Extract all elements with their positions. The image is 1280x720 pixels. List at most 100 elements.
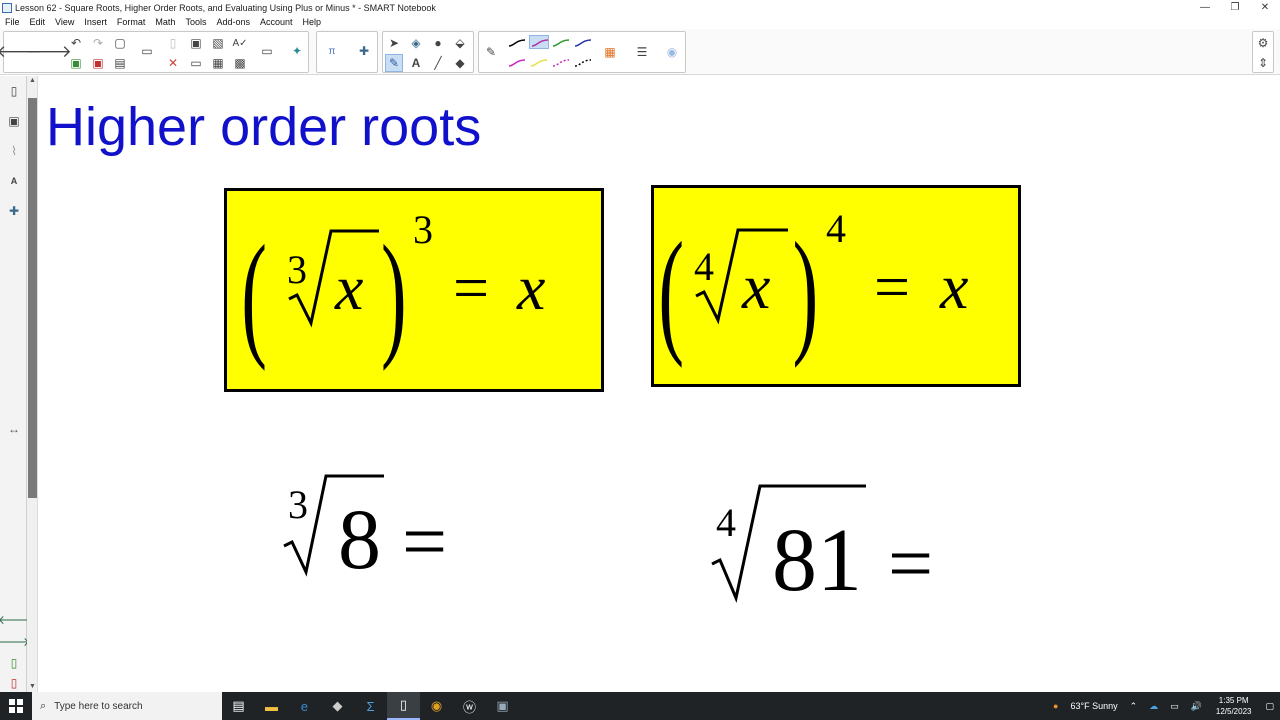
notebook-page-canvas[interactable]: Higher order roots ( 3 x ) 3 = x ( 4 x ): [38, 76, 1280, 692]
fill-shapes-icon[interactable]: ●: [429, 34, 447, 52]
screen-shade-icon[interactable]: ▭: [187, 54, 205, 72]
chrome-browser-icon[interactable]: ◉: [420, 692, 453, 720]
shapes-icon[interactable]: ◈: [407, 34, 425, 52]
onedrive-icon[interactable]: ☁: [1149, 701, 1158, 712]
gallery-icon[interactable]: ✦: [288, 42, 306, 60]
menu-insert[interactable]: Insert: [84, 17, 107, 27]
table-icon[interactable]: ▦: [209, 54, 227, 72]
problem-cube-root-8[interactable]: 3 8 =: [278, 464, 468, 584]
menu-edit[interactable]: Edit: [30, 17, 46, 27]
windows-start-button[interactable]: [0, 692, 32, 720]
page-sorter-icon[interactable]: ▯: [5, 82, 23, 100]
app-icon-2[interactable]: ▣: [486, 692, 519, 720]
scroll-thumb[interactable]: [28, 98, 37, 498]
menu-help[interactable]: Help: [303, 17, 322, 27]
gear-icon[interactable]: ⚙: [1254, 34, 1272, 52]
tray-chevron-icon[interactable]: ⌃: [1130, 701, 1138, 712]
transparency-icon[interactable]: ◉: [663, 43, 681, 61]
root-index: 3: [288, 482, 308, 527]
notification-icon[interactable]: ▢: [1265, 701, 1274, 712]
menu-view[interactable]: View: [55, 17, 74, 27]
toolbar-move-icon[interactable]: ⇕: [1254, 54, 1272, 72]
new-page-icon[interactable]: ▢: [111, 34, 129, 52]
line-style-icon[interactable]: ☰: [633, 43, 651, 61]
minimize-button[interactable]: —: [1190, 0, 1220, 15]
scroll-up-arrow-icon[interactable]: ▲: [27, 76, 38, 86]
pen-pink-dotted-icon[interactable]: [551, 56, 571, 70]
menu-add-ons[interactable]: Add-ons: [216, 17, 250, 27]
menu-format[interactable]: Format: [117, 17, 146, 27]
resize-panel-icon[interactable]: ↔: [5, 420, 23, 438]
pen-tool-icon[interactable]: ✎: [385, 54, 403, 72]
document-camera-icon[interactable]: ▧: [209, 34, 227, 52]
toolbar-group-edit: 🡐 🡒 ↶ ↷ ▢ ▣ ▣ ▤ ▭ ▯ ✕ ▣ ▭ ▧ ▦ A✓ ▩ ▭ ✦: [0, 31, 309, 73]
add-page-icon[interactable]: ▣: [67, 54, 85, 72]
problem-fourth-root-81[interactable]: 4 81 =: [706, 474, 956, 604]
app-icon-1[interactable]: ◆: [321, 692, 354, 720]
restore-button[interactable]: ❐: [1220, 0, 1250, 15]
properties-icon[interactable]: A: [5, 172, 23, 190]
taskbar-search-box[interactable]: ⌕ Type here to search: [32, 692, 222, 720]
record-icon[interactable]: ▭: [258, 42, 276, 60]
sidebar-next-icon[interactable]: 🡒: [0, 632, 30, 650]
edge-browser-icon[interactable]: e: [288, 692, 321, 720]
file-explorer-icon[interactable]: ▬: [255, 692, 288, 720]
next-page-arrow-icon[interactable]: 🡒: [26, 39, 72, 65]
attachments-icon[interactable]: ⌇: [5, 142, 23, 160]
add-ons-tab-icon[interactable]: ✚: [5, 202, 23, 220]
pen-types-icon[interactable]: ✎: [482, 43, 500, 61]
eraser-icon[interactable]: ◆: [451, 54, 469, 72]
pen-yellow-icon[interactable]: [529, 56, 549, 70]
menu-math[interactable]: Math: [155, 17, 175, 27]
color-palette-icon[interactable]: ▦: [601, 43, 619, 61]
menu-file[interactable]: File: [5, 17, 20, 27]
sidebar-delete-page-icon[interactable]: ▯: [5, 674, 23, 692]
screen-capture-icon[interactable]: ▣: [187, 34, 205, 52]
equals-sign: =: [888, 520, 933, 604]
equals-sign: =: [453, 252, 489, 323]
text-tool-icon[interactable]: A: [407, 54, 425, 72]
add-ons-icon[interactable]: ✚: [355, 42, 373, 60]
paste-icon[interactable]: ▯: [164, 34, 182, 52]
network-icon[interactable]: ▭: [1170, 701, 1179, 712]
delete-page-icon[interactable]: ▣: [89, 54, 107, 72]
math-tools-icon[interactable]: π: [323, 42, 341, 60]
menu-account[interactable]: Account: [260, 17, 293, 27]
weather-text[interactable]: 63°F Sunny: [1070, 701, 1117, 711]
taskbar-clock[interactable]: 1:35 PM 12/5/2023: [1216, 695, 1252, 717]
fill-icon[interactable]: ⬙: [451, 34, 469, 52]
menu-tools[interactable]: Tools: [185, 17, 206, 27]
redo-icon[interactable]: ↷: [89, 34, 107, 52]
root-index: 4: [716, 500, 736, 545]
sidebar-previous-icon[interactable]: 🡐: [0, 610, 30, 628]
formula-box-cube-root[interactable]: ( 3 x ) 3 = x: [224, 188, 604, 392]
smart-notebook-taskbar-icon[interactable]: ▯: [387, 692, 420, 720]
pen-magenta-icon[interactable]: [507, 56, 527, 70]
gallery-tab-icon[interactable]: ▣: [5, 112, 23, 130]
save-icon[interactable]: ▤: [111, 54, 129, 72]
delete-icon[interactable]: ✕: [164, 54, 182, 72]
task-view-icon[interactable]: ▤: [222, 692, 255, 720]
full-screen-icon[interactable]: ▩: [231, 54, 249, 72]
select-arrow-icon[interactable]: ➤: [385, 34, 403, 52]
vertical-scrollbar[interactable]: ▲ ▼: [27, 76, 38, 692]
formula-box-fourth-root[interactable]: ( 4 x ) 4 = x: [651, 185, 1021, 387]
close-button[interactable]: ✕: [1250, 0, 1280, 15]
pen-black-dotted-icon[interactable]: [573, 56, 593, 70]
window-title: Lesson 62 - Square Roots, Higher Order R…: [15, 2, 436, 13]
pen-darkblue-icon[interactable]: [573, 36, 593, 50]
sigma-app-icon[interactable]: Σ: [354, 692, 387, 720]
undo-icon[interactable]: ↶: [67, 34, 85, 52]
pen-green-icon[interactable]: [551, 36, 571, 50]
volume-icon[interactable]: 🔊: [1191, 701, 1202, 712]
scroll-down-arrow-icon[interactable]: ▼: [27, 682, 38, 692]
pen-black-icon[interactable]: [507, 36, 527, 50]
line-tool-icon[interactable]: ╱: [429, 54, 447, 72]
page-title[interactable]: Higher order roots: [46, 96, 481, 158]
display-icon[interactable]: ▭: [138, 42, 156, 60]
webex-icon[interactable]: ⓦ: [453, 692, 486, 720]
pen-blue-icon[interactable]: [529, 35, 549, 49]
smart-notebook-window: Lesson 62 - Square Roots, Higher Order R…: [0, 0, 1280, 720]
spell-check-icon[interactable]: A✓: [231, 34, 249, 52]
sidebar-add-page-icon[interactable]: ▯: [5, 654, 23, 672]
